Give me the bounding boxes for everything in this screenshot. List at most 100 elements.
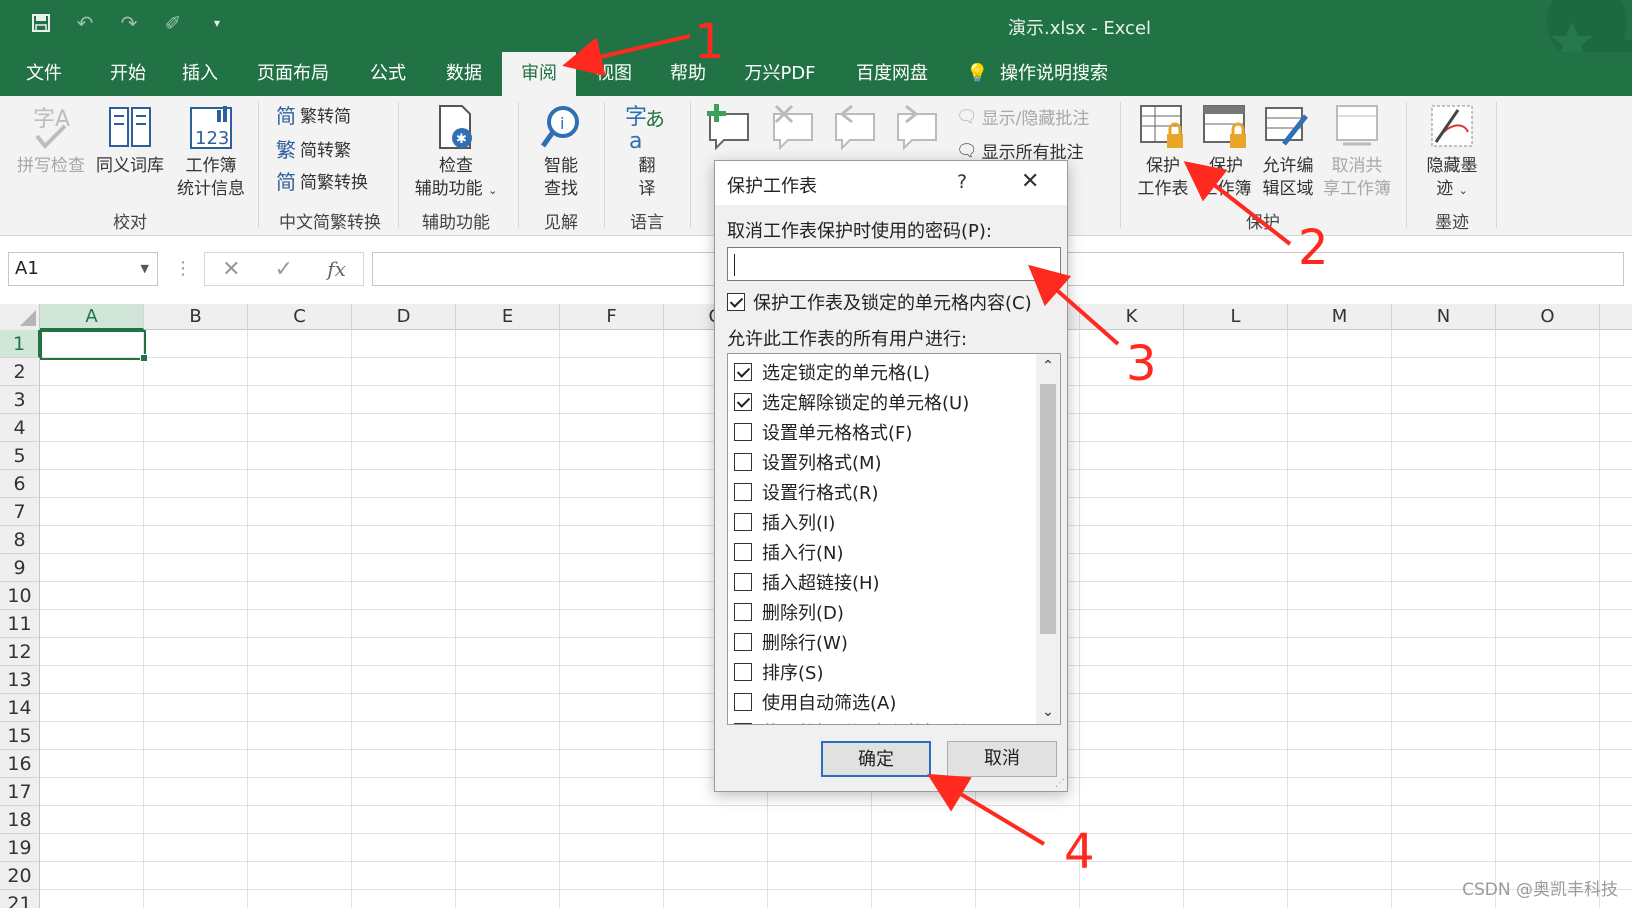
row-header-7[interactable]: 7 (0, 498, 40, 526)
hide-ink-button[interactable]: 隐藏墨 迹 ⌄ (1414, 102, 1490, 202)
tab-data[interactable]: 数据 (436, 52, 492, 96)
column-header-k[interactable]: K (1080, 304, 1184, 330)
thesaurus-button[interactable]: 同义词库 (92, 102, 168, 182)
row-header-21[interactable]: 21 (0, 890, 40, 908)
save-icon[interactable] (28, 10, 54, 36)
close-icon[interactable]: ✕ (1021, 169, 1039, 194)
tab-file[interactable]: 文件 (18, 52, 70, 96)
row-header-19[interactable]: 19 (0, 834, 40, 862)
spellcheck-button[interactable]: 字A 拼写检查 (12, 102, 90, 182)
resize-grip-icon[interactable]: ⋰ (1055, 778, 1065, 789)
row-header-10[interactable]: 10 (0, 582, 40, 610)
allow-edit-ranges-button[interactable]: 允许编 辑区域 (1256, 102, 1320, 201)
tab-search[interactable]: 💡 操作说明搜索 (966, 52, 1116, 96)
delete-comment-icon[interactable] (768, 102, 818, 156)
enter-formula-icon[interactable]: ✓ (275, 257, 293, 282)
protect-contents-checkbox-row[interactable]: 保护工作表及锁定的单元格内容(C) (727, 289, 1032, 315)
row-header-3[interactable]: 3 (0, 386, 40, 414)
redo-icon[interactable]: ↷ (116, 10, 142, 36)
row-header-4[interactable]: 4 (0, 414, 40, 442)
scroll-up-icon[interactable]: ⌃ (1036, 354, 1060, 378)
row-header-6[interactable]: 6 (0, 470, 40, 498)
tab-home[interactable]: 开始 (100, 52, 156, 96)
permission-checkbox[interactable] (734, 633, 752, 651)
row-header-11[interactable]: 11 (0, 610, 40, 638)
protect-contents-checkbox[interactable] (727, 293, 745, 311)
column-header-f[interactable]: F (560, 304, 664, 330)
tab-view[interactable]: 视图 (588, 52, 640, 96)
protect-workbook-button[interactable]: 保护 工作簿 (1194, 102, 1258, 201)
permission-checkbox[interactable] (734, 543, 752, 561)
permission-checkbox[interactable] (734, 363, 752, 381)
permission-item[interactable]: 使用自动筛选(A) (734, 688, 896, 716)
ok-button[interactable]: 确定 (821, 741, 931, 777)
column-header-o[interactable]: O (1496, 304, 1600, 330)
row-header-8[interactable]: 8 (0, 526, 40, 554)
column-header-n[interactable]: N (1392, 304, 1496, 330)
show-hide-comment-button[interactable]: 🗨 显示/隐藏批注 (956, 104, 1089, 130)
permissions-scrollbar[interactable]: ⌃ ⌄ (1036, 354, 1060, 724)
permission-checkbox[interactable] (734, 723, 752, 724)
permission-item[interactable]: 设置列格式(M) (734, 448, 882, 476)
cancel-button[interactable]: 取消 (947, 741, 1057, 777)
smart-lookup-button[interactable]: i 智能 查找 (528, 102, 594, 201)
permission-item[interactable]: 选定锁定的单元格(L) (734, 358, 930, 386)
column-header-l[interactable]: L (1184, 304, 1288, 330)
tab-help[interactable]: 帮助 (662, 52, 714, 96)
row-header-13[interactable]: 13 (0, 666, 40, 694)
row-header-15[interactable]: 15 (0, 722, 40, 750)
permission-item[interactable]: 设置单元格格式(F) (734, 418, 912, 446)
tab-formulas[interactable]: 公式 (360, 52, 416, 96)
translate-button[interactable]: 字あa 翻 译 (612, 102, 682, 201)
trad-to-simp-button[interactable]: 简 繁转简 (276, 100, 351, 129)
column-header-c[interactable]: C (248, 304, 352, 330)
permission-checkbox[interactable] (734, 663, 752, 681)
format-painter-icon[interactable]: ✐ (160, 10, 186, 36)
select-all-corner[interactable] (0, 304, 40, 330)
permission-item[interactable]: 插入行(N) (734, 538, 844, 566)
permission-checkbox[interactable] (734, 513, 752, 531)
new-comment-icon[interactable] (704, 102, 754, 156)
permission-checkbox[interactable] (734, 693, 752, 711)
permission-item[interactable]: 插入超链接(H) (734, 568, 880, 596)
next-comment-icon[interactable] (892, 102, 942, 156)
permission-checkbox[interactable] (734, 453, 752, 471)
row-header-12[interactable]: 12 (0, 638, 40, 666)
workbook-stats-button[interactable]: 123 工作簿 统计信息 (172, 102, 250, 201)
permission-checkbox[interactable] (734, 573, 752, 591)
help-icon[interactable]: ? (957, 171, 967, 193)
active-cell-a1[interactable] (40, 330, 148, 362)
permission-item[interactable]: 设置行格式(R) (734, 478, 879, 506)
permission-item[interactable]: 删除列(D) (734, 598, 844, 626)
customize-qat-icon[interactable]: ▾ (204, 10, 230, 36)
permission-item[interactable]: 插入列(I) (734, 508, 835, 536)
permission-item[interactable]: 排序(S) (734, 658, 823, 686)
formula-bar-grip-icon[interactable]: ⋮ (174, 258, 192, 279)
row-header-17[interactable]: 17 (0, 778, 40, 806)
column-header-e[interactable]: E (456, 304, 560, 330)
tab-page-layout[interactable]: 页面布局 (252, 52, 334, 96)
row-header-5[interactable]: 5 (0, 442, 40, 470)
tab-review[interactable]: 审阅 (502, 52, 576, 96)
row-header-18[interactable]: 18 (0, 806, 40, 834)
name-box[interactable]: A1 ▼ (8, 252, 158, 286)
row-header-1[interactable]: 1 (0, 330, 40, 358)
previous-comment-icon[interactable] (830, 102, 880, 156)
permission-item[interactable]: 删除行(W) (734, 628, 848, 656)
row-header-9[interactable]: 9 (0, 554, 40, 582)
simp-to-trad-button[interactable]: 繁 简转繁 (276, 134, 351, 163)
scroll-thumb[interactable] (1040, 384, 1056, 634)
tab-wanxing-pdf[interactable]: 万兴PDF (738, 52, 822, 96)
permission-checkbox[interactable] (734, 603, 752, 621)
check-accessibility-button[interactable]: ✱ 检查 辅助功能 ⌄ (404, 102, 508, 202)
chinese-convert-button[interactable]: 简 简繁转换 (276, 166, 368, 195)
cancel-formula-icon[interactable]: ✕ (222, 257, 240, 282)
tab-insert[interactable]: 插入 (172, 52, 228, 96)
unshare-workbook-button[interactable]: 取消共 享工作簿 (1320, 102, 1394, 201)
undo-icon[interactable]: ↶ (72, 10, 98, 36)
insert-function-icon[interactable]: fx (327, 257, 346, 281)
permission-checkbox[interactable] (734, 423, 752, 441)
permission-item[interactable]: 选定解除锁定的单元格(U) (734, 388, 969, 416)
column-header-a[interactable]: A (40, 304, 144, 330)
row-header-16[interactable]: 16 (0, 750, 40, 778)
